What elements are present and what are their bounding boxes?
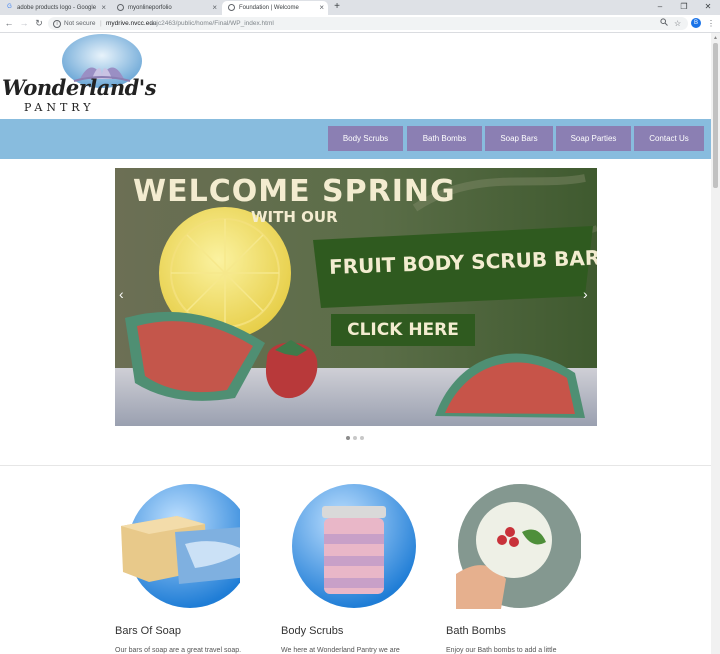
google-favicon-icon: G — [7, 4, 12, 10]
bookmark-star-icon[interactable]: ☆ — [674, 18, 681, 29]
slide-headline: WELCOME SPRING — [133, 174, 456, 209]
slider-next-arrow-icon[interactable]: › — [583, 286, 588, 302]
tab-title: myonlineporfolio — [128, 5, 172, 11]
feature-title-scrubs: Body Scrubs — [281, 625, 344, 637]
not-secure-label: Not secure — [64, 20, 96, 27]
feature-text-soap: Our bars of soap are a great travel soap… — [115, 647, 242, 654]
nav-body-scrubs[interactable]: Body Scrubs — [328, 126, 403, 151]
forward-arrow-icon[interactable]: → — [18, 17, 30, 29]
bath-bombs-image[interactable] — [456, 484, 581, 609]
page-scrollbar[interactable]: ▲ — [711, 33, 720, 654]
site-logo[interactable]: Wonderland's PANTRY — [0, 33, 157, 118]
slider-dot-3[interactable] — [360, 436, 364, 440]
tab-foundation-welcome[interactable]: Foundation | Welcome × — [222, 1, 328, 15]
tab-close-icon[interactable]: × — [101, 1, 106, 15]
profile-avatar[interactable]: B — [691, 18, 701, 28]
body-scrubs-image[interactable] — [292, 484, 417, 609]
slider-dot-2[interactable] — [353, 436, 357, 440]
slide-cta-button[interactable]: CLICK HERE — [331, 314, 475, 346]
browser-toolbar: ← → ↻ i Not secure | mydrive.nvcc.edu /a… — [0, 15, 720, 33]
feature-text-scrubs: We here at Wonderland Pantry we are — [281, 647, 400, 654]
scroll-up-icon[interactable]: ▲ — [713, 35, 718, 41]
menu-dots-icon[interactable]: ⋮ — [707, 18, 715, 29]
maximize-button[interactable]: ❐ — [672, 0, 696, 14]
globe-icon — [228, 4, 235, 11]
browser-tab-strip: G adobe products logo - Google S × myonl… — [0, 0, 720, 15]
nav-bath-bombs[interactable]: Bath Bombs — [407, 126, 482, 151]
address-bar[interactable]: i Not secure | mydrive.nvcc.edu /ajc2463… — [48, 17, 688, 30]
tab-close-icon[interactable]: × — [319, 1, 324, 15]
feature-text-bombs: Enjoy our Bath bombs to add a little — [446, 647, 557, 654]
new-tab-button[interactable]: + — [331, 1, 343, 13]
tab-google-search[interactable]: G adobe products logo - Google S × — [0, 1, 110, 15]
window-close-button[interactable]: ✕ — [696, 0, 720, 14]
tab-portfolio[interactable]: myonlineporfolio × — [111, 1, 221, 15]
slider-prev-arrow-icon[interactable]: ‹ — [119, 286, 124, 302]
back-arrow-icon[interactable]: ← — [3, 17, 15, 29]
globe-icon — [117, 4, 124, 11]
tab-title: Foundation | Welcome — [239, 5, 299, 11]
reload-icon[interactable]: ↻ — [33, 17, 45, 29]
section-divider — [0, 465, 711, 466]
hero-slider[interactable]: WELCOME SPRING WITH OUR FRUIT BODY SCRUB… — [115, 168, 597, 426]
slider-dot-1[interactable] — [346, 436, 350, 440]
nav-contact-us[interactable]: Contact Us — [634, 126, 704, 151]
tab-close-icon[interactable]: × — [212, 1, 217, 15]
info-icon[interactable]: i — [53, 20, 61, 28]
feature-title-soap: Bars Of Soap — [115, 625, 182, 637]
address-separator: | — [100, 20, 102, 27]
feature-title-bombs: Bath Bombs — [446, 625, 506, 637]
tab-title: adobe products logo - Google S — [17, 5, 98, 11]
soap-bars-image[interactable] — [115, 484, 240, 609]
logo-subtitle: PANTRY — [24, 101, 95, 114]
url-path: /ajc2463/public/home/Final/WP_index.html — [151, 20, 274, 27]
slider-pagination — [346, 436, 366, 442]
page-viewport: Wonderland's PANTRY Body Scrubs Bath Bom… — [0, 33, 711, 654]
nav-soap-parties[interactable]: Soap Parties — [556, 126, 631, 151]
main-navigation: Body Scrubs Bath Bombs Soap Bars Soap Pa… — [0, 119, 711, 159]
nav-soap-bars[interactable]: Soap Bars — [485, 126, 553, 151]
url-host: mydrive.nvcc.edu — [106, 20, 157, 27]
scrollbar-thumb[interactable] — [713, 43, 718, 188]
logo-wordmark: Wonderland's — [2, 75, 157, 100]
slide-subheadline: WITH OUR — [251, 208, 338, 226]
zoom-icon[interactable] — [660, 18, 668, 29]
minimize-button[interactable]: – — [648, 0, 672, 14]
